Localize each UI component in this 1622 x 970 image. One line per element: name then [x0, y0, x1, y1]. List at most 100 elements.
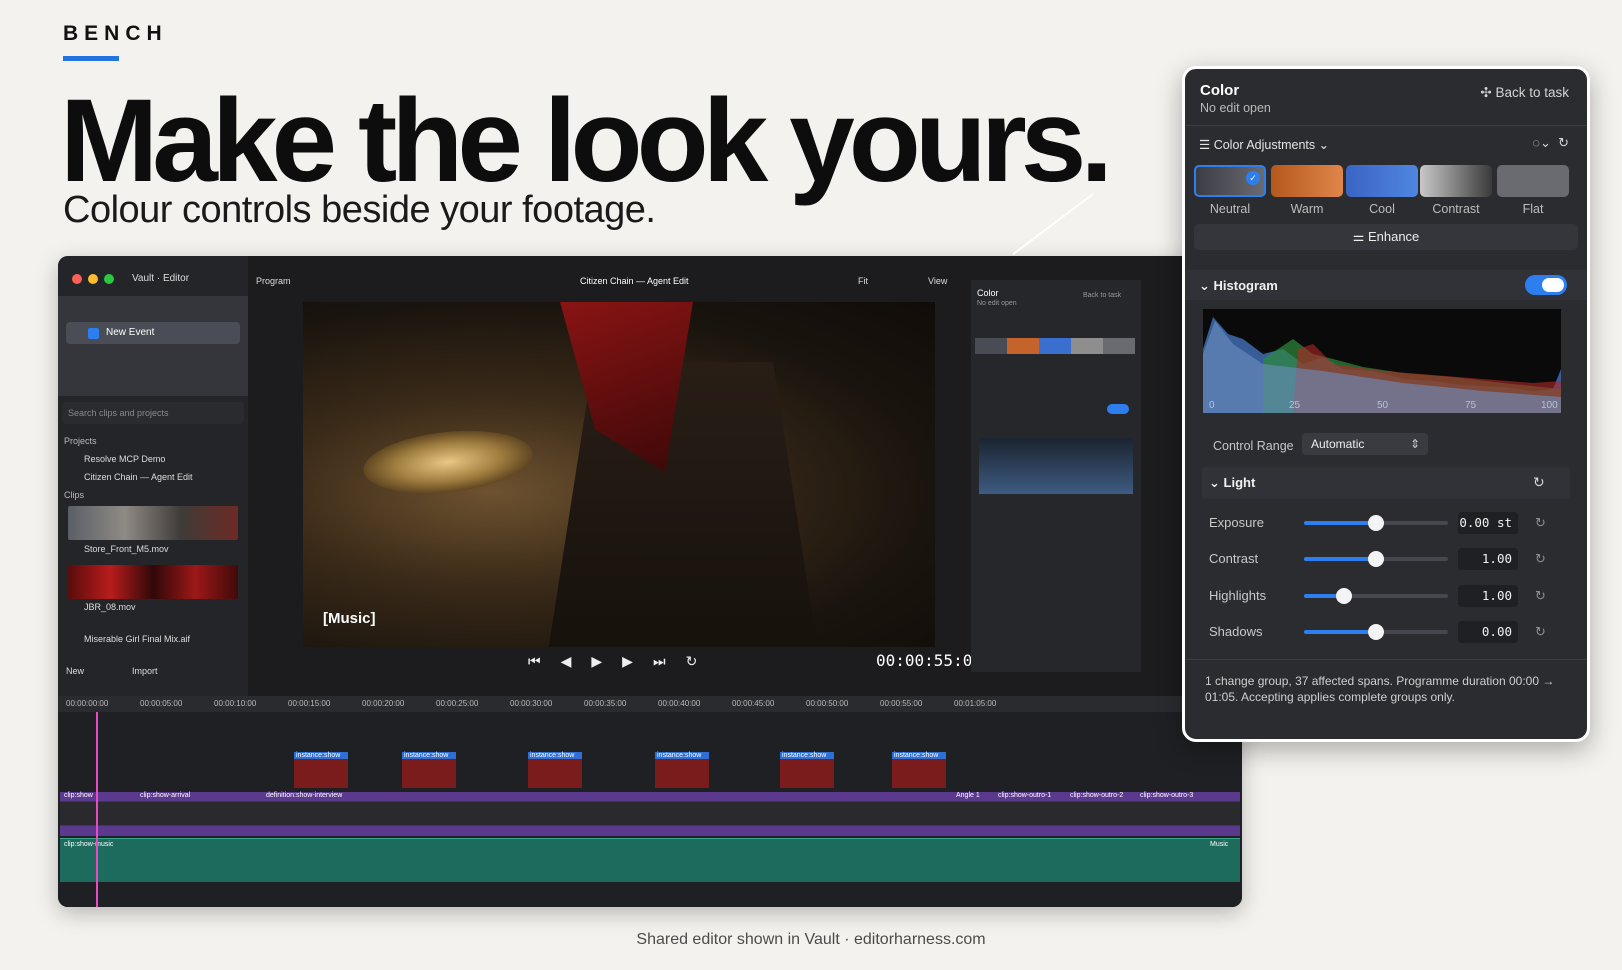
- window-title[interactable]: Vault · Editor: [132, 273, 189, 284]
- light-section: ⌄ Light: [1209, 475, 1255, 491]
- project-item[interactable]: Resolve MCP Demo: [84, 454, 165, 464]
- skip-forward-icon[interactable]: ⏭: [653, 653, 666, 670]
- slider-knob[interactable]: [1336, 588, 1353, 604]
- fit-dropdown[interactable]: Fit: [858, 276, 868, 286]
- project-item[interactable]: Citizen Chain — Agent Edit: [84, 472, 193, 482]
- preset-label: Neutral: [1209, 202, 1251, 216]
- preset-neutral[interactable]: ✓: [1194, 165, 1266, 197]
- storyline-clip-label: clip:show-outro-1: [998, 792, 1052, 799]
- histogram-label: Histogram: [1213, 278, 1278, 293]
- storyline-clip-label: clip:show-outro-3: [1140, 792, 1194, 799]
- angle-label: Angle 1: [956, 792, 980, 799]
- reset-icon[interactable]: ↻: [1535, 515, 1546, 531]
- program-tab[interactable]: Program: [256, 276, 291, 286]
- highlights-label: Highlights: [1209, 588, 1267, 603]
- video-viewer[interactable]: [Music]: [303, 302, 935, 647]
- control-range-value: Automatic: [1311, 437, 1365, 451]
- mini-back-button[interactable]: Back to task: [1083, 292, 1121, 299]
- color-panel: Color No edit open ✣ Back to task ☰ Colo…: [1182, 66, 1590, 742]
- enhance-button[interactable]: ⚌ Enhance: [1194, 224, 1578, 250]
- highlights-value-field[interactable]: 1.00: [1458, 585, 1518, 607]
- contrast-value-field[interactable]: 1.00: [1458, 548, 1518, 570]
- histogram-toggle[interactable]: [1525, 275, 1567, 295]
- reset-icon[interactable]: ↻: [1558, 135, 1569, 150]
- instance-clip[interactable]: instance:show: [892, 752, 946, 788]
- light-section-header[interactable]: [1202, 467, 1570, 499]
- promo-page: BENCH Make the look yours. Colour contro…: [0, 0, 1622, 970]
- control-range-select[interactable]: Automatic ⇕: [1302, 433, 1428, 455]
- clip-item[interactable]: Miserable Girl Final Mix.aif: [84, 634, 190, 644]
- preset-label: Warm: [1290, 202, 1324, 216]
- panel-subtitle: No edit open: [1200, 101, 1271, 115]
- clip-item[interactable]: JBR_08.mov: [84, 602, 136, 612]
- contrast-slider[interactable]: [1304, 551, 1448, 567]
- reset-icon[interactable]: ↻: [1535, 588, 1546, 604]
- minimize-window-button[interactable]: [88, 274, 98, 284]
- chevron-down-icon: ⌄: [1199, 278, 1214, 293]
- play-icon[interactable]: ▶: [591, 653, 602, 670]
- preset-cool[interactable]: [1346, 165, 1418, 197]
- instance-clip[interactable]: instance:show: [655, 752, 709, 788]
- import-button[interactable]: Import: [132, 666, 158, 676]
- timeline-ruler[interactable]: 00:00:00:00 00:00:05:00 00:00:10:00 00:0…: [58, 696, 1242, 712]
- view-button[interactable]: View: [928, 276, 947, 286]
- mini-histogram: [979, 438, 1133, 494]
- editor-window: Vault · Editor New Event Search clips an…: [58, 256, 1242, 907]
- preset-flat[interactable]: [1497, 165, 1569, 197]
- brand-underline: [63, 56, 119, 61]
- new-button[interactable]: New: [66, 666, 84, 676]
- instance-clip[interactable]: instance:show: [780, 752, 834, 788]
- new-event-item[interactable]: New Event: [66, 322, 240, 344]
- library-sidebar: Vault · Editor New Event Search clips an…: [58, 256, 248, 696]
- back-to-task-label: Back to task: [1495, 85, 1569, 100]
- exposure-value-field[interactable]: 0.00 st: [1458, 512, 1518, 534]
- timeline[interactable]: instance:show instance:show instance:sho…: [58, 712, 1242, 907]
- shadows-value-field[interactable]: 0.00: [1458, 621, 1518, 643]
- ruler-tick: 00:00:20:00: [362, 699, 405, 708]
- color-adjustments-menu[interactable]: ☰ Color Adjustments ⌄: [1199, 137, 1329, 152]
- step-back-icon[interactable]: ◀: [561, 653, 572, 670]
- projects-heading: Projects: [64, 436, 97, 446]
- highlights-slider[interactable]: [1304, 588, 1448, 604]
- playhead[interactable]: [96, 712, 98, 907]
- clip-thumbnail[interactable]: [68, 506, 238, 540]
- footer-caption: Shared editor shown in Vault · editorhar…: [636, 931, 986, 948]
- chevron-down-icon: ⌄: [1209, 475, 1224, 490]
- clips-heading: Clips: [64, 490, 85, 500]
- zoom-window-button[interactable]: [104, 274, 114, 284]
- primary-storyline[interactable]: clip:show clip:show-arrival definition:s…: [60, 792, 1240, 836]
- histogram-graph: [1203, 317, 1561, 413]
- slider-knob[interactable]: [1368, 515, 1384, 531]
- loop-icon[interactable]: ↻: [686, 653, 698, 670]
- clip-search-input[interactable]: Search clips and projects: [62, 402, 244, 424]
- preset-warm[interactable]: [1271, 165, 1343, 197]
- preset-contrast[interactable]: [1420, 165, 1492, 197]
- ruler-tick: 00:00:00:00: [66, 699, 109, 708]
- music-tag: Music: [1210, 841, 1229, 848]
- slider-knob[interactable]: [1368, 551, 1384, 567]
- event-icon: [88, 328, 99, 339]
- close-window-button[interactable]: [72, 274, 82, 284]
- music-track[interactable]: clip:show-music Music: [60, 838, 1240, 882]
- instance-clip[interactable]: instance:show: [294, 752, 348, 788]
- events-area: [58, 296, 248, 396]
- skip-back-icon[interactable]: ⏮: [528, 653, 541, 670]
- step-forward-icon[interactable]: ▶: [622, 653, 633, 670]
- reset-icon[interactable]: ↻: [1535, 551, 1546, 567]
- light-reset-icon[interactable]: ↻: [1533, 474, 1545, 491]
- slider-knob[interactable]: [1368, 624, 1384, 640]
- shadows-slider[interactable]: [1304, 624, 1448, 640]
- mask-icon[interactable]: ◌⌄: [1532, 135, 1551, 150]
- color-panel-miniature: Color No edit open Back to task: [971, 280, 1141, 672]
- panel-title: Color: [1200, 82, 1240, 99]
- mini-presets[interactable]: [975, 338, 1135, 354]
- back-to-task-button[interactable]: ✣ Back to task: [1480, 85, 1569, 101]
- mini-histogram-toggle[interactable]: [1107, 404, 1129, 414]
- clip-item[interactable]: Store_Front_M5.mov: [84, 544, 169, 554]
- subheadline: Colour controls beside your footage.: [63, 189, 656, 231]
- clip-thumbnail[interactable]: [68, 565, 238, 599]
- reset-icon[interactable]: ↻: [1535, 624, 1546, 640]
- exposure-slider[interactable]: [1304, 515, 1448, 531]
- instance-clip[interactable]: instance:show: [528, 752, 582, 788]
- instance-clip[interactable]: instance:show: [402, 752, 456, 788]
